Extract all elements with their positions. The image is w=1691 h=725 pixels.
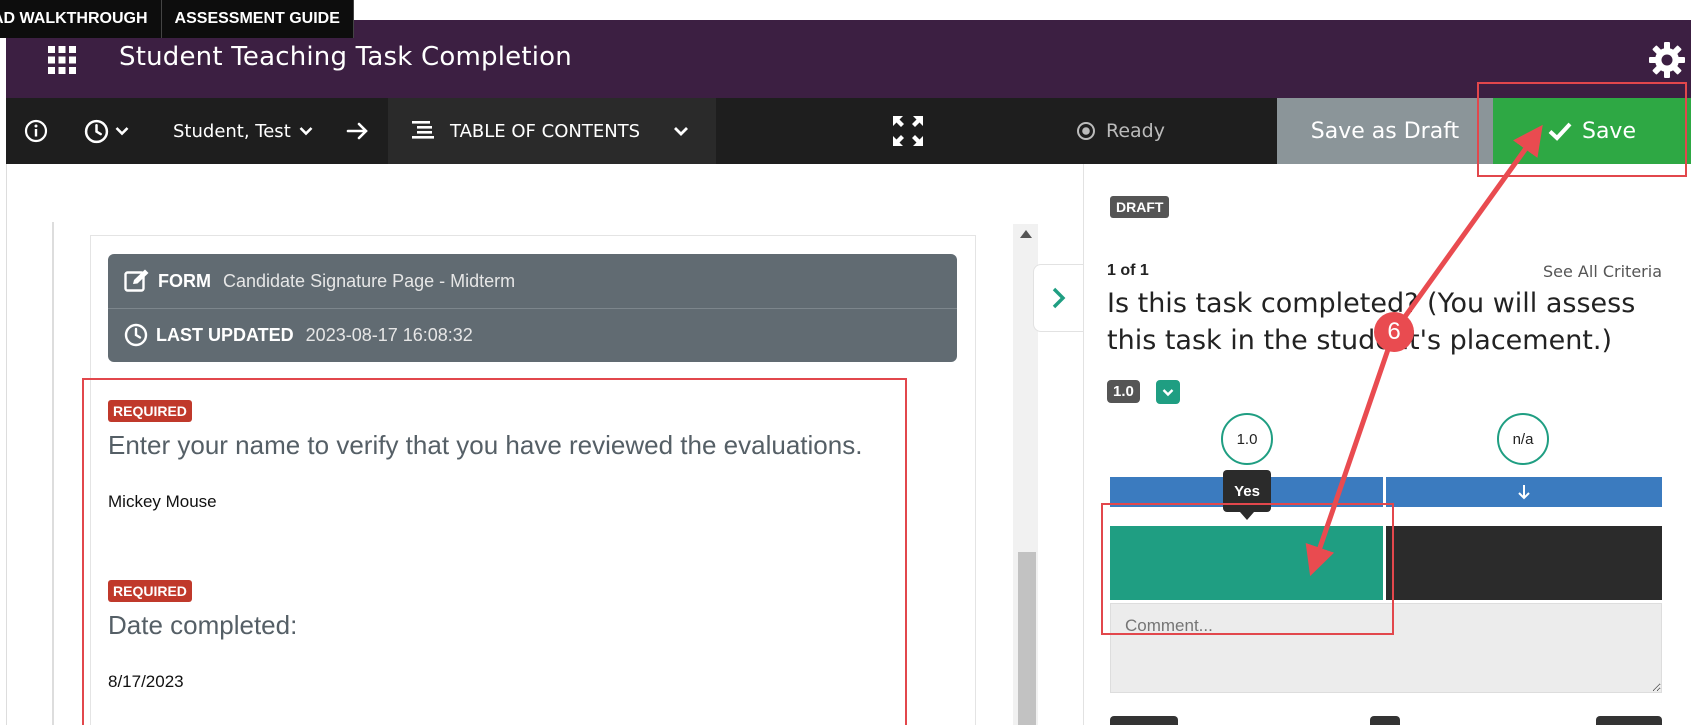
chevron-down-icon [674,127,688,136]
expand-panel-button[interactable] [1033,264,1083,332]
history-button[interactable] [84,98,129,164]
question-date: Date completed: [108,610,298,640]
score-toggle-button[interactable] [1156,380,1180,404]
expand-icon [893,116,923,146]
last-updated-value: 2023-08-17 16:08:32 [305,324,473,345]
scrollbar-thumb[interactable] [1018,552,1036,725]
chevron-right-icon [1052,287,1065,309]
guide-tab-assessment-guide[interactable]: ASSESSMENT GUIDE [161,0,354,38]
guide-tab-walkthrough[interactable]: AD WALKTHROUGH [0,0,162,38]
last-updated-label: LAST UPDATED [156,324,294,345]
footer-control[interactable] [1596,716,1662,725]
save-label: Save [1581,118,1636,144]
option-na[interactable] [1386,526,1662,600]
draft-badge: DRAFT [1110,196,1170,218]
save-as-draft-button[interactable]: Save as Draft [1277,98,1493,164]
chevron-down-icon [115,127,129,136]
info-button[interactable] [24,98,48,164]
checkmark-icon [1548,122,1572,141]
form-label: FORM [158,270,211,291]
option-yes[interactable] [1110,526,1383,600]
status-text: Ready [1106,120,1165,142]
yes-tooltip: Yes [1223,470,1271,520]
criteria-counter: 1 of 1 [1107,262,1149,279]
edit-icon [124,269,149,292]
gear-icon[interactable] [1647,40,1687,80]
fullscreen-button[interactable] [892,98,924,164]
score-chip: 1.0 [1107,380,1140,403]
level-circle-yes[interactable]: 1.0 [1221,413,1273,465]
toolbar: Student, Test TABLE OF CONTENTS Ready Sa… [6,98,1691,164]
clock-icon [84,119,109,143]
answer-name[interactable]: Mickey Mouse [108,492,217,512]
form-info-box: FORM Candidate Signature Page - Midterm … [108,254,957,362]
level-circle-na[interactable]: n/a [1497,413,1549,465]
student-selector[interactable]: Student, Test [173,98,313,164]
chevron-down-icon [299,127,313,136]
next-student-button[interactable] [346,98,370,164]
answer-date[interactable]: 8/17/2023 [108,672,184,692]
required-badge: REQUIRED [108,580,192,602]
form-name: Candidate Signature Page - Midterm [223,270,516,291]
student-name: Student, Test [173,120,291,142]
footer-control[interactable] [1370,716,1400,725]
panel-divider [1083,164,1084,725]
app-grid-icon[interactable] [48,46,76,74]
clock-icon [124,323,148,347]
footer-control[interactable] [1110,716,1178,725]
guide-tabs: AD WALKTHROUGH ASSESSMENT GUIDE [0,0,354,38]
question-name: Enter your name to verify that you have … [108,430,863,460]
required-badge: REQUIRED [108,400,192,422]
chevron-down-icon [1162,388,1174,396]
left-panel-border [6,164,7,725]
content-rail [52,222,54,725]
arrow-right-icon [346,122,368,140]
save-button[interactable]: Save [1493,98,1691,164]
step-number-badge: 6 [1374,312,1414,352]
page-title: Student Teaching Task Completion [119,42,572,72]
list-icon [412,121,434,139]
scroll-up-icon[interactable] [1020,230,1032,238]
comment-input[interactable] [1110,603,1662,693]
status-dot-icon [1077,122,1095,140]
toc-label: TABLE OF CONTENTS [450,120,641,142]
status-indicator: Ready [1076,98,1165,164]
table-of-contents-button[interactable]: TABLE OF CONTENTS [388,98,716,164]
see-all-criteria-link[interactable]: See All Criteria [1543,262,1662,281]
info-icon [24,119,48,143]
arrow-down-icon [1518,485,1530,500]
level-bar-na [1386,477,1662,507]
last-updated-row: LAST UPDATED 2023-08-17 16:08:32 [124,308,473,362]
form-row: FORM Candidate Signature Page - Midterm [124,254,515,308]
